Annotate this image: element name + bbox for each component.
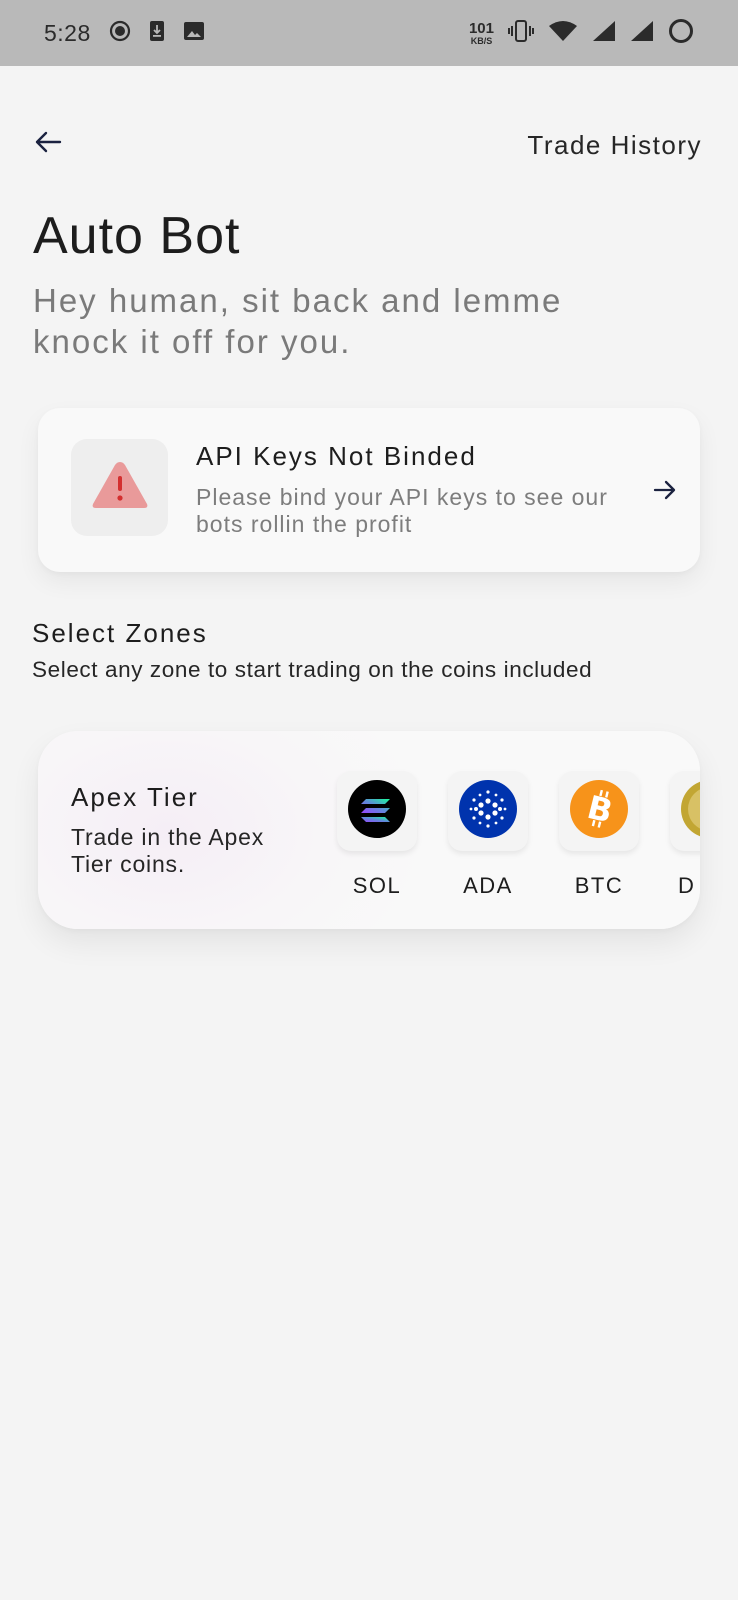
bitcoin-icon: B	[569, 779, 629, 844]
status-right: 101 KB/S	[469, 18, 694, 49]
coin-tile	[448, 771, 528, 851]
coin-tile	[670, 771, 700, 851]
coin-item-sol[interactable]: SOL	[337, 771, 417, 899]
coin-label: D	[678, 873, 696, 898]
select-zones-heading: Select Zones	[32, 618, 208, 648]
network-speed: 101 KB/S	[469, 21, 494, 46]
status-left: 5:28	[44, 20, 205, 47]
network-speed-unit: KB/S	[470, 35, 493, 46]
api-card-title: API Keys Not Binded	[196, 441, 477, 471]
battery-ring-icon	[668, 18, 694, 49]
signal-icon	[630, 20, 654, 47]
warning-icon	[90, 459, 150, 516]
coin-label: SOL	[352, 873, 402, 898]
status-bar: 5:28 101 KB/S	[0, 0, 738, 66]
dogecoin-icon	[680, 779, 700, 844]
image-icon	[183, 21, 205, 46]
solana-icon	[347, 779, 407, 844]
network-speed-value: 101	[468, 19, 494, 37]
coin-item-doge[interactable]: D	[670, 771, 700, 899]
warning-tile	[71, 439, 168, 536]
status-time: 5:28	[44, 19, 91, 46]
vibrate-icon	[508, 19, 534, 48]
page-subtitle: Hey human, sit back and lemme knock it o…	[33, 282, 563, 360]
coin-tile: B	[559, 771, 639, 851]
zone-card-apex-tier[interactable]: Apex Tier Trade in the Apex Tier coins. …	[38, 731, 700, 929]
page-title: Auto Bot	[33, 207, 241, 265]
download-icon	[149, 20, 165, 47]
coin-label: BTC	[574, 873, 624, 898]
trade-history-link[interactable]: Trade History	[527, 130, 702, 161]
api-card-description: Please bind your API keys to see our bot…	[196, 484, 608, 537]
arrow-left-icon	[33, 130, 63, 159]
api-keys-card[interactable]: API Keys Not Binded Please bind your API…	[38, 408, 700, 572]
coin-item-ada[interactable]: ADA	[448, 771, 528, 899]
cardano-icon	[458, 779, 518, 844]
top-app-bar: Trade History	[0, 128, 738, 164]
coin-label: ADA	[463, 873, 513, 898]
signal-icon	[592, 20, 616, 47]
record-icon	[109, 20, 131, 47]
select-zones-subtitle: Select any zone to start trading on the …	[32, 657, 593, 682]
coin-tile	[337, 771, 417, 851]
arrow-right-icon[interactable]	[652, 478, 680, 506]
coin-item-btc[interactable]: B BTC	[559, 771, 639, 899]
back-button[interactable]	[32, 128, 64, 160]
wifi-icon	[548, 20, 578, 47]
zone-description: Trade in the Apex Tier coins.	[71, 824, 265, 877]
zone-name: Apex Tier	[71, 782, 199, 812]
